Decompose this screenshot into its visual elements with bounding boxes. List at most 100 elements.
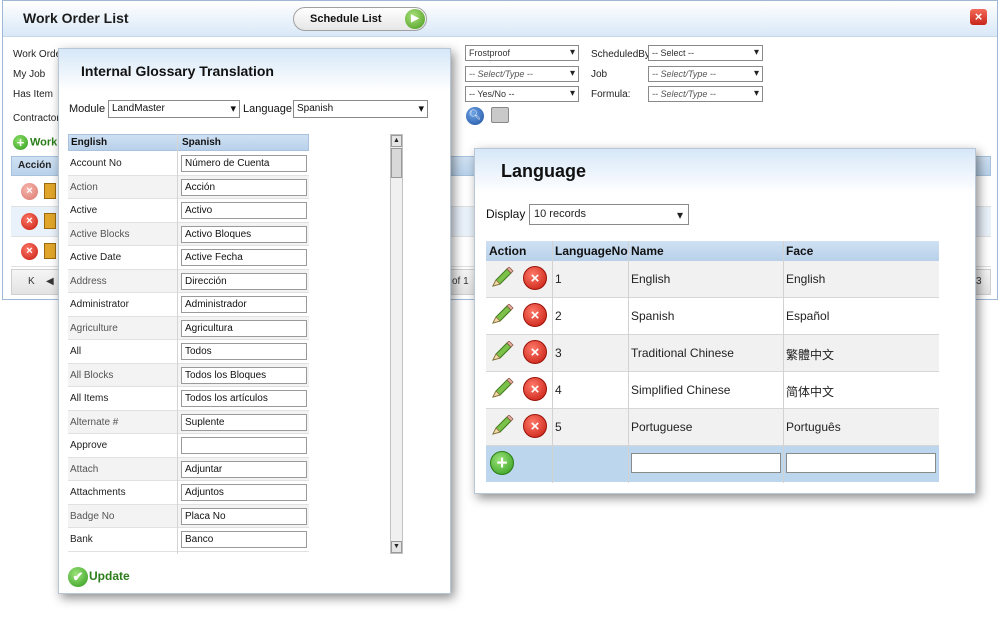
language-face: Português xyxy=(786,420,841,434)
language-face: 简体中文 xyxy=(786,385,835,399)
scroll-up-icon[interactable]: ▲ xyxy=(391,135,402,147)
spanish-translation-input[interactable]: Todos los artículos xyxy=(181,390,307,407)
language-number: 1 xyxy=(555,272,562,286)
delete-icon[interactable]: × xyxy=(523,377,547,401)
scheduled-by-select[interactable]: -- Select -- xyxy=(648,45,763,61)
add-icon[interactable]: + xyxy=(490,451,514,475)
record-count-text: 3 xyxy=(976,276,982,287)
scheduled-by-label: ScheduledBy xyxy=(591,49,650,60)
work-order-label: Work Orde xyxy=(13,49,62,60)
spanish-translation-input[interactable]: Administrador xyxy=(181,296,307,313)
page-count-text: of 1 xyxy=(452,276,469,287)
formula-select[interactable]: -- Select/Type -- xyxy=(648,86,763,102)
language-face: English xyxy=(786,272,826,286)
english-term: All xyxy=(70,346,82,357)
update-button[interactable]: ✔ Update xyxy=(68,567,130,587)
delete-icon[interactable]: × xyxy=(21,243,38,260)
english-term: Action xyxy=(70,181,98,193)
edit-pencil-icon[interactable] xyxy=(490,414,514,437)
spanish-translation-input[interactable]: Número de Cuenta xyxy=(181,155,307,172)
spanish-translation-input[interactable]: Suplente xyxy=(181,413,307,431)
action-column-header: Acción xyxy=(18,160,52,171)
schedule-list-label: Schedule List xyxy=(310,13,382,25)
add-language-row: + xyxy=(486,446,939,482)
language-name: Portuguese xyxy=(631,420,693,434)
glossary-title: Internal Glossary Translation xyxy=(81,63,274,79)
english-term: Bank xyxy=(70,534,93,545)
new-language-face-input[interactable] xyxy=(786,453,936,473)
language-name: Traditional Chinese xyxy=(631,346,734,360)
language-label: Language xyxy=(243,103,292,115)
edit-pencil-icon[interactable] xyxy=(490,340,514,363)
spanish-translation-input[interactable]: Dirección xyxy=(181,272,307,290)
location-select[interactable]: Frostproof xyxy=(465,45,579,61)
name-column-header: Name xyxy=(631,244,664,258)
language-face: 繁體中文 xyxy=(786,348,835,362)
table-row: Attach Adjuntar xyxy=(68,457,309,481)
job-select[interactable]: -- Select/Type -- xyxy=(648,66,763,82)
display-records-select[interactable]: 10 records xyxy=(529,204,689,225)
yes-no-select[interactable]: -- Yes/No -- xyxy=(465,86,579,102)
english-term: Attachments xyxy=(70,487,126,498)
table-row: × 1 English English xyxy=(486,261,939,298)
table-row: Attachments Adjuntos xyxy=(68,481,309,505)
glossary-scrollbar[interactable]: ▲ ▼ xyxy=(390,134,403,554)
column-divider xyxy=(628,241,629,483)
spanish-translation-input[interactable]: Activo xyxy=(181,202,307,219)
language-header: Language xyxy=(475,149,975,193)
schedule-list-button[interactable]: Schedule List ▶ xyxy=(293,7,427,31)
my-job-label: My Job xyxy=(13,69,46,80)
job-label: Job xyxy=(591,69,608,80)
language-name: Spanish xyxy=(631,309,675,323)
search-icon[interactable]: 🔍︎ xyxy=(466,107,484,125)
language-table-header: Action LanguageNo Name Face xyxy=(486,241,939,261)
edit-icon[interactable] xyxy=(44,213,56,229)
edit-pencil-icon[interactable] xyxy=(490,303,514,326)
english-term: All Blocks xyxy=(70,369,114,381)
close-icon[interactable]: × xyxy=(970,9,987,25)
delete-icon[interactable]: × xyxy=(21,183,38,200)
play-icon: ▶ xyxy=(405,9,425,29)
type-select[interactable]: -- Select/Type -- xyxy=(465,66,579,82)
spanish-translation-input[interactable] xyxy=(181,437,307,454)
delete-icon[interactable]: × xyxy=(523,414,547,438)
spanish-translation-input[interactable]: Activo Bloques xyxy=(181,225,307,243)
delete-icon[interactable]: × xyxy=(523,266,547,290)
work-order-title: Work Order List xyxy=(23,10,129,26)
language-select[interactable]: Spanish xyxy=(293,100,428,118)
spanish-translation-input[interactable]: Todos los Bloques xyxy=(181,366,307,384)
module-select[interactable]: LandMaster xyxy=(108,100,240,118)
table-row: × 2 Spanish Español xyxy=(486,298,939,335)
scroll-down-icon[interactable]: ▼ xyxy=(391,541,402,553)
work-order-titlebar: Work Order List Schedule List ▶ × xyxy=(3,1,997,37)
first-page-icon[interactable]: K xyxy=(28,276,35,287)
delete-icon[interactable]: × xyxy=(523,340,547,364)
edit-pencil-icon[interactable] xyxy=(490,266,514,289)
delete-icon[interactable]: × xyxy=(21,213,38,230)
column-divider xyxy=(552,241,553,483)
edit-icon[interactable] xyxy=(44,243,56,259)
english-term: Active Date xyxy=(70,252,122,263)
new-language-name-input[interactable] xyxy=(631,453,781,473)
glossary-table: English Spanish Account No Número de Cuen… xyxy=(68,134,309,554)
spanish-translation-input[interactable]: Placa No xyxy=(181,507,307,525)
spanish-translation-input[interactable]: Adjuntar xyxy=(181,460,307,478)
edit-icon[interactable] xyxy=(44,183,56,199)
print-icon[interactable] xyxy=(491,107,509,123)
prev-page-icon[interactable]: ◀ xyxy=(46,276,54,287)
spanish-translation-input[interactable]: Todos xyxy=(181,343,307,360)
spanish-translation-input[interactable]: Active Fecha xyxy=(181,249,307,266)
spanish-translation-input[interactable]: Acción xyxy=(181,178,307,196)
table-row: Administrator Administrador xyxy=(68,293,309,317)
spanish-translation-input[interactable]: Adjuntos xyxy=(181,484,307,501)
scrollbar-thumb[interactable] xyxy=(391,148,402,178)
spanish-translation-input[interactable]: Banco xyxy=(181,531,307,548)
table-row: Account No Número de Cuenta xyxy=(68,152,309,176)
delete-icon[interactable]: × xyxy=(523,303,547,327)
add-work-order-button[interactable]: + Work xyxy=(13,135,57,150)
formula-label: Formula: xyxy=(591,89,631,100)
language-face: Español xyxy=(786,309,830,323)
edit-pencil-icon[interactable] xyxy=(490,377,514,400)
spanish-translation-input[interactable]: Agricultura xyxy=(181,319,307,337)
face-column-header: Face xyxy=(786,244,814,258)
